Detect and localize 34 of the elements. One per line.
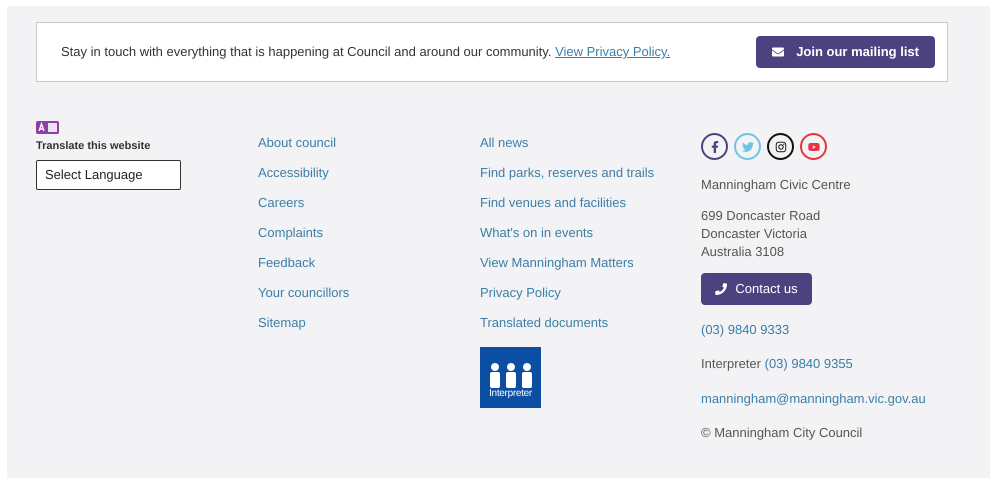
footer-link[interactable]: What's on in events [480, 224, 701, 241]
privacy-policy-link[interactable]: View Privacy Policy. [555, 44, 670, 60]
envelope-icon [772, 46, 784, 58]
footer-link[interactable]: Find venues and facilities [480, 194, 701, 211]
footer-link[interactable]: All news [480, 134, 701, 151]
footer-link[interactable]: Privacy Policy [480, 284, 701, 301]
footer-link[interactable]: Careers [258, 194, 480, 211]
footer-link[interactable]: View Manningham Matters [480, 254, 701, 271]
newsletter-text: Stay in touch with everything that is happening at Council and around our community. View Privacy Policy. [61, 43, 670, 62]
phone-link[interactable]: (03) 9840 9333 [701, 320, 926, 339]
address: 699 Doncaster Road Doncaster Victoria Australia 3108 [701, 206, 822, 260]
footer-link[interactable]: Complaints [258, 224, 480, 241]
interpreter-logo-text: Interpreter [489, 388, 532, 400]
instagram-icon[interactable] [767, 133, 794, 160]
civic-centre-name: Manningham Civic Centre [701, 176, 852, 194]
language-select[interactable]: Select Language [36, 160, 181, 190]
translate-label: Translate this website [36, 139, 152, 154]
interpreter-phone-link[interactable]: (03) 9840 9355 [764, 356, 853, 371]
copyright-text: © Manningham City Council [701, 424, 864, 442]
facebook-icon[interactable] [701, 133, 728, 160]
phone-icon [715, 282, 728, 294]
interpreter-phone-text: Interpreter (03) 9840 9355 [701, 355, 854, 373]
mailing-list-button[interactable]: Join our mailing list [756, 36, 935, 68]
youtube-icon[interactable] [800, 133, 827, 160]
footer-link[interactable]: Sitemap [258, 314, 480, 331]
email-link[interactable]: manningham@manningham.vic.gov.au [701, 388, 926, 408]
contact-us-button[interactable]: Contact us [701, 272, 812, 304]
footer-link[interactable]: Feedback [258, 254, 480, 271]
footer-link[interactable]: Find parks, reserves and trails [480, 164, 701, 181]
footer-link[interactable]: Accessibility [258, 164, 480, 181]
footer-link[interactable]: Translated documents [480, 314, 701, 331]
footer-link[interactable]: Your councillors [258, 284, 480, 301]
translate-icon [36, 121, 59, 134]
footer-link[interactable]: About council [258, 134, 480, 151]
